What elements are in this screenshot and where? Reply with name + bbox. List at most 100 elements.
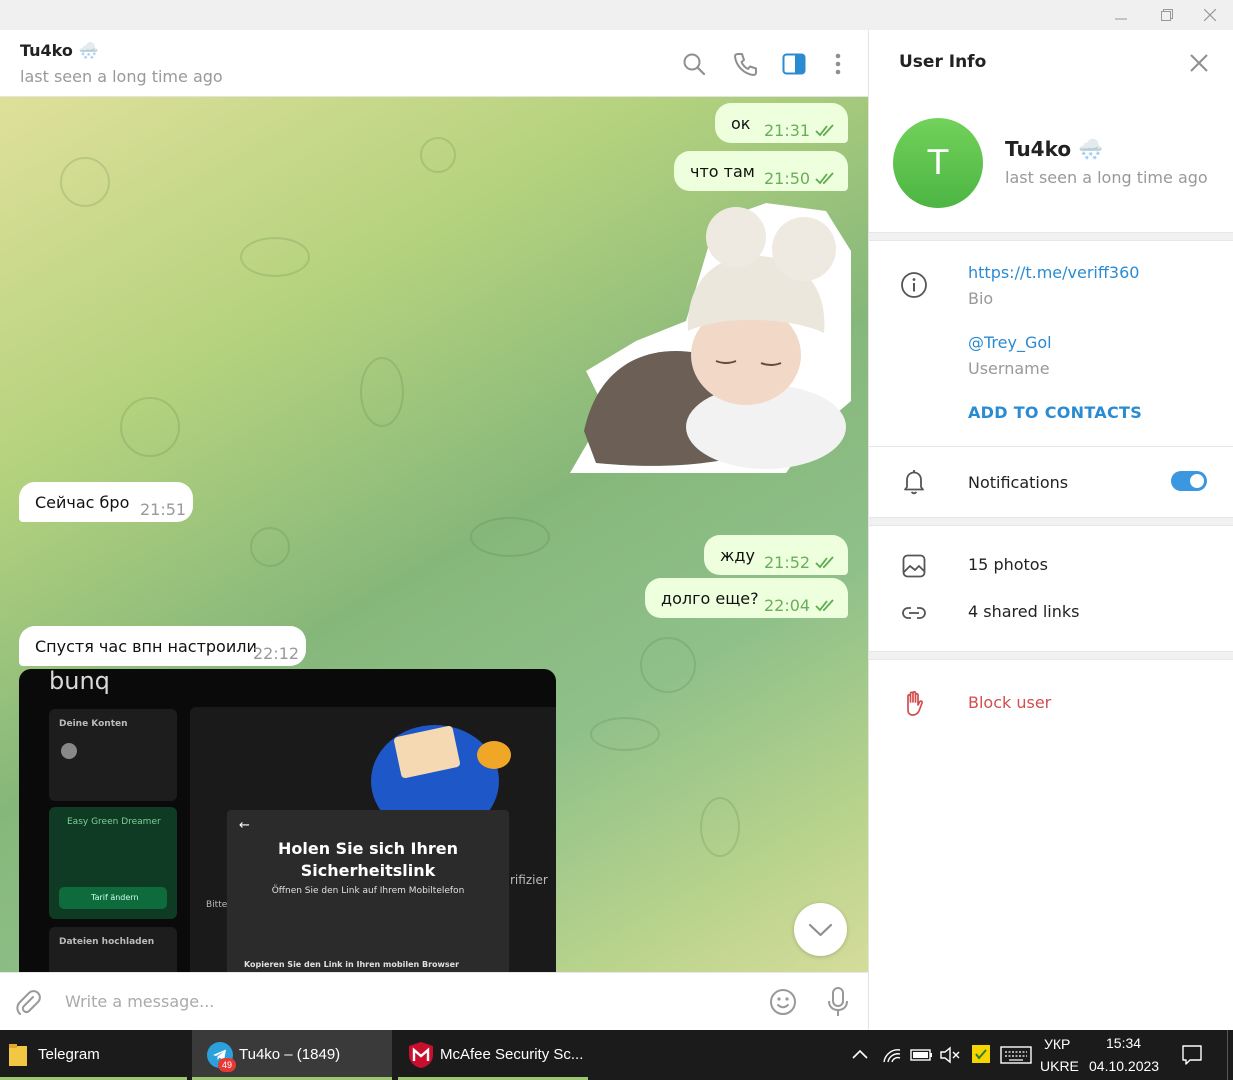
photo-text: Deine Konten: [59, 719, 128, 729]
message-bubble-outgoing[interactable]: что там 21:50: [674, 151, 848, 191]
taskbar-item-telegram-folder[interactable]: Telegram: [0, 1030, 187, 1080]
back-arrow-icon: ←: [239, 818, 250, 833]
search-icon[interactable]: [680, 50, 708, 78]
taskbar-label: McAfee Security Sc...: [440, 1046, 584, 1063]
message-time: 21:50: [764, 169, 811, 188]
background-doodle: [640, 637, 696, 693]
double-check-icon: [815, 599, 834, 612]
sidebar-toggle-icon[interactable]: [780, 50, 808, 78]
message-bubble-outgoing[interactable]: долго еще? 22:04: [645, 578, 848, 618]
close-window-button[interactable]: [1187, 0, 1233, 30]
message-time: 22:12: [253, 644, 300, 663]
network-icon[interactable]: [882, 1046, 902, 1064]
avatar[interactable]: T: [893, 118, 983, 208]
message-bubble-outgoing[interactable]: жду 21:52: [704, 535, 848, 575]
mcafee-shield-icon: [409, 1042, 433, 1068]
message-time: 21:51: [140, 500, 187, 519]
photo-message[interactable]: bunq Deine Konten Easy Green Dreamer Tar…: [19, 669, 556, 972]
photo-brand-logo: bunq: [49, 669, 110, 695]
info-icon: [901, 272, 927, 298]
photo-text: rifizier: [510, 873, 548, 887]
language-indicator[interactable]: УКР: [1044, 1036, 1070, 1052]
shared-links-item[interactable]: 4 shared links: [968, 602, 1080, 621]
keyboard-icon[interactable]: [1000, 1046, 1032, 1064]
taskbar-item-telegram-chat[interactable]: 49 Tu4ko – (1849): [192, 1030, 392, 1080]
hand-block-icon: [907, 691, 923, 716]
notes-icon[interactable]: [971, 1044, 991, 1064]
notification-center-icon[interactable]: [1181, 1044, 1203, 1066]
photo-illustration: [477, 741, 511, 769]
photo-panel: Deine Konten: [49, 709, 177, 801]
photo-panel: Tarif ändern: [59, 887, 167, 909]
shared-photos-item[interactable]: 15 photos: [968, 555, 1048, 574]
clock-date[interactable]: 04.10.2023: [1089, 1058, 1159, 1074]
keyboard-layout[interactable]: UKRE: [1040, 1058, 1079, 1074]
scroll-to-bottom-button[interactable]: [794, 903, 847, 956]
username-value[interactable]: @Trey_Gol: [968, 333, 1052, 352]
toggle-knob: [1188, 472, 1206, 490]
chat-contact-name[interactable]: Tu4ko 🌨️: [20, 41, 98, 60]
section-divider: [869, 651, 1233, 660]
notifications-toggle[interactable]: [1171, 471, 1207, 491]
chat-messages-area[interactable]: ок 21:31 что там 21:50 Сейчас бро 21:51 …: [0, 97, 868, 972]
message-input[interactable]: Write a message...: [65, 992, 214, 1011]
message-time: 22:04: [764, 596, 811, 615]
battery-icon[interactable]: [910, 1047, 934, 1063]
bio-label: Bio: [968, 289, 994, 308]
emoji-icon[interactable]: [768, 987, 798, 1017]
microphone-icon[interactable]: [825, 986, 851, 1018]
folder-icon: [9, 1044, 27, 1066]
double-check-icon: [815, 556, 834, 569]
background-doodle: [470, 517, 550, 557]
photo-dialog-footer: Kopieren Sie den Link in Ihren mobilen B…: [244, 960, 460, 969]
double-check-icon: [815, 172, 834, 185]
background-doodle: [120, 397, 180, 457]
photo-text: Tarif ändern: [91, 893, 139, 902]
photo-icon: [902, 554, 926, 578]
message-text: Спустя час впн настроили: [35, 637, 257, 656]
user-info-panel: User Info T Tu4ko 🌨️ last seen a long ti…: [868, 30, 1233, 1030]
close-panel-icon[interactable]: [1189, 53, 1209, 73]
message-bubble-outgoing[interactable]: ок 21:31: [715, 103, 848, 143]
block-user-button[interactable]: Block user: [968, 693, 1051, 712]
minimize-button[interactable]: [1098, 0, 1144, 30]
user-status: last seen a long time ago: [1005, 168, 1208, 187]
unread-badge: 49: [218, 1058, 236, 1072]
background-doodle: [240, 237, 310, 277]
background-doodle: [700, 797, 740, 857]
bio-link[interactable]: https://t.me/veriff360: [968, 263, 1139, 282]
attach-icon[interactable]: [14, 988, 42, 1016]
message-bubble-incoming[interactable]: Спустя час впн настроили 22:12: [19, 626, 306, 666]
section-divider: [869, 232, 1233, 241]
taskbar-label: Telegram: [38, 1046, 100, 1063]
windows-taskbar: Telegram 49 Tu4ko – (1849) McAfee Securi…: [0, 1030, 1233, 1080]
add-to-contacts-button[interactable]: ADD TO CONTACTS: [968, 403, 1142, 422]
message-time: 21:31: [764, 121, 811, 140]
message-bubble-incoming[interactable]: Сейчас бро 21:51: [19, 482, 193, 522]
chat-contact-status: last seen a long time ago: [20, 67, 223, 86]
speaker-muted-icon[interactable]: [939, 1046, 961, 1064]
divider-line: [869, 446, 1233, 447]
baby-sticker[interactable]: [566, 201, 851, 473]
section-divider: [869, 517, 1233, 526]
close-icon: [1203, 8, 1217, 22]
background-doodle: [420, 137, 456, 173]
photo-text: Bitte: [206, 900, 228, 910]
background-doodle: [590, 717, 660, 751]
background-doodle: [60, 157, 110, 207]
chevron-up-icon[interactable]: [851, 1047, 869, 1061]
show-desktop-button[interactable]: [1227, 1030, 1233, 1080]
message-composer: Write a message...: [0, 972, 868, 1030]
clock-time[interactable]: 15:34: [1106, 1035, 1141, 1051]
taskbar-item-mcafee[interactable]: McAfee Security Sc...: [398, 1030, 588, 1080]
minimize-icon: [1115, 18, 1127, 20]
phone-icon[interactable]: [731, 50, 759, 78]
message-text: что там: [690, 162, 755, 181]
photo-dialog-title-line: Sicherheitslink: [300, 861, 436, 880]
photo-avatar: [61, 743, 77, 759]
photo-dialog-title-line: Holen Sie sich Ihren: [277, 839, 459, 858]
more-options-icon[interactable]: [824, 50, 852, 78]
photo-dialog-title: Holen Sie sich Ihren Sicherheitslink: [227, 838, 509, 882]
restore-button[interactable]: [1144, 0, 1190, 30]
photo-text: Easy Green Dreamer: [67, 817, 161, 827]
